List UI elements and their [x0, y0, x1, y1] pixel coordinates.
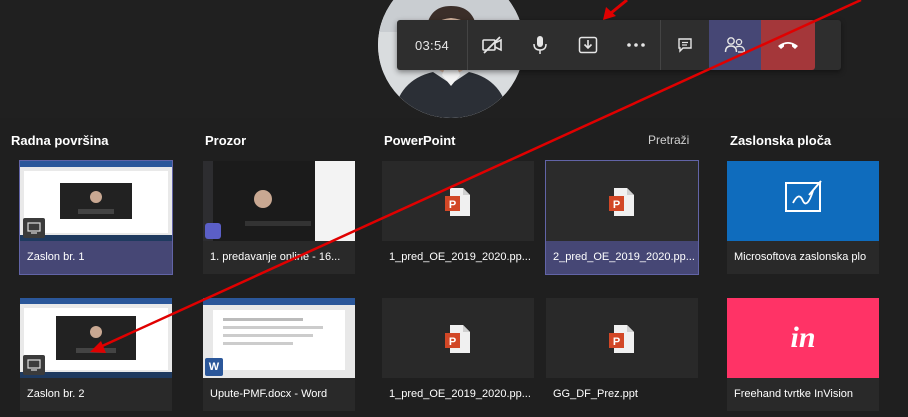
monitor-icon	[23, 218, 45, 238]
svg-text:P: P	[449, 199, 456, 211]
share-tray-icon	[578, 36, 598, 54]
more-options-icon	[627, 43, 645, 47]
share-tray: Radna površina Prozor PowerPoint Pretraž…	[0, 118, 908, 417]
call-control-bar: 03:54	[397, 20, 841, 70]
share-tray-button[interactable]	[564, 20, 612, 70]
microphone-icon	[533, 36, 547, 54]
tile-caption: Zaslon br. 2	[20, 378, 172, 411]
monitor-icon	[23, 355, 45, 375]
video-area: 03:54	[0, 0, 908, 118]
tile-caption: Microsoftova zaslonska plo	[727, 241, 879, 274]
ppt-preview: P	[382, 161, 534, 241]
browse-files-link[interactable]: Pretraži	[648, 133, 689, 147]
window-tile-word[interactable]: W Upute-PMF.docx - Word	[203, 298, 355, 411]
call-timer: 03:54	[397, 20, 468, 70]
participants-icon	[724, 37, 746, 53]
column-heading-desktop: Radna površina	[11, 133, 109, 148]
column-heading-whiteboard: Zaslonska ploča	[730, 133, 832, 148]
desktop-tile-2[interactable]: Zaslon br. 2	[20, 298, 172, 411]
whiteboard-tile-invision[interactable]: in Freehand tvrtke InVision	[727, 298, 879, 411]
chat-button[interactable]	[660, 20, 709, 70]
window-preview: W	[203, 298, 355, 378]
window-tile-teams[interactable]: 1. predavanje online - 16...	[203, 161, 355, 274]
ppt-tile-4[interactable]: P GG_DF_Prez.ppt	[546, 298, 698, 411]
desktop-preview	[20, 298, 172, 378]
camera-off-icon	[482, 36, 502, 54]
hang-up-icon	[778, 42, 798, 49]
whiteboard-preview	[727, 161, 879, 241]
desktop-preview	[20, 161, 172, 241]
powerpoint-file-icon: P	[609, 188, 634, 216]
ppt-tile-3[interactable]: P 1_pred_OE_2019_2020.pp...	[382, 298, 534, 411]
tile-caption: 1_pred_OE_2019_2020.pp...	[382, 378, 534, 411]
participants-button[interactable]	[709, 20, 761, 70]
svg-text:P: P	[449, 336, 456, 348]
svg-text:P: P	[613, 199, 620, 211]
whiteboard-icon	[785, 180, 822, 212]
tile-caption: 1_pred_OE_2019_2020.pp...	[382, 241, 534, 274]
microphone-button[interactable]	[516, 20, 564, 70]
svg-text:P: P	[613, 336, 620, 348]
column-heading-window: Prozor	[205, 133, 247, 148]
powerpoint-file-icon: P	[445, 325, 470, 353]
tile-caption: GG_DF_Prez.ppt	[546, 378, 698, 411]
ppt-tile-2[interactable]: P 2_pred_OE_2019_2020.pp...	[545, 160, 699, 275]
teams-app-icon	[205, 223, 221, 239]
invision-logo: in	[727, 298, 879, 378]
word-app-icon: W	[205, 358, 223, 376]
tile-caption: Upute-PMF.docx - Word	[203, 378, 355, 411]
tile-caption: Zaslon br. 1	[20, 241, 172, 274]
chat-icon	[678, 38, 692, 53]
tile-caption: Freehand tvrtke InVision	[727, 378, 879, 411]
camera-toggle-button[interactable]	[468, 20, 516, 70]
teams-meeting-window: 03:54 Radna površina Prozor PowerPoint P…	[0, 0, 908, 417]
tile-caption: 2_pred_OE_2019_2020.pp...	[546, 241, 698, 274]
hang-up-button[interactable]	[761, 20, 815, 70]
desktop-tile-1[interactable]: Zaslon br. 1	[19, 160, 173, 275]
ppt-preview: P	[546, 298, 698, 378]
column-heading-powerpoint: PowerPoint	[384, 133, 456, 148]
powerpoint-file-icon: P	[445, 188, 470, 216]
ppt-tile-1[interactable]: P 1_pred_OE_2019_2020.pp...	[382, 161, 534, 274]
tile-caption: 1. predavanje online - 16...	[203, 241, 355, 274]
window-preview	[203, 161, 355, 241]
ppt-preview: P	[546, 161, 698, 241]
whiteboard-tile-microsoft[interactable]: Microsoftova zaslonska plo	[727, 161, 879, 274]
ppt-preview: P	[382, 298, 534, 378]
powerpoint-file-icon: P	[609, 325, 634, 353]
more-options-button[interactable]	[612, 20, 660, 70]
